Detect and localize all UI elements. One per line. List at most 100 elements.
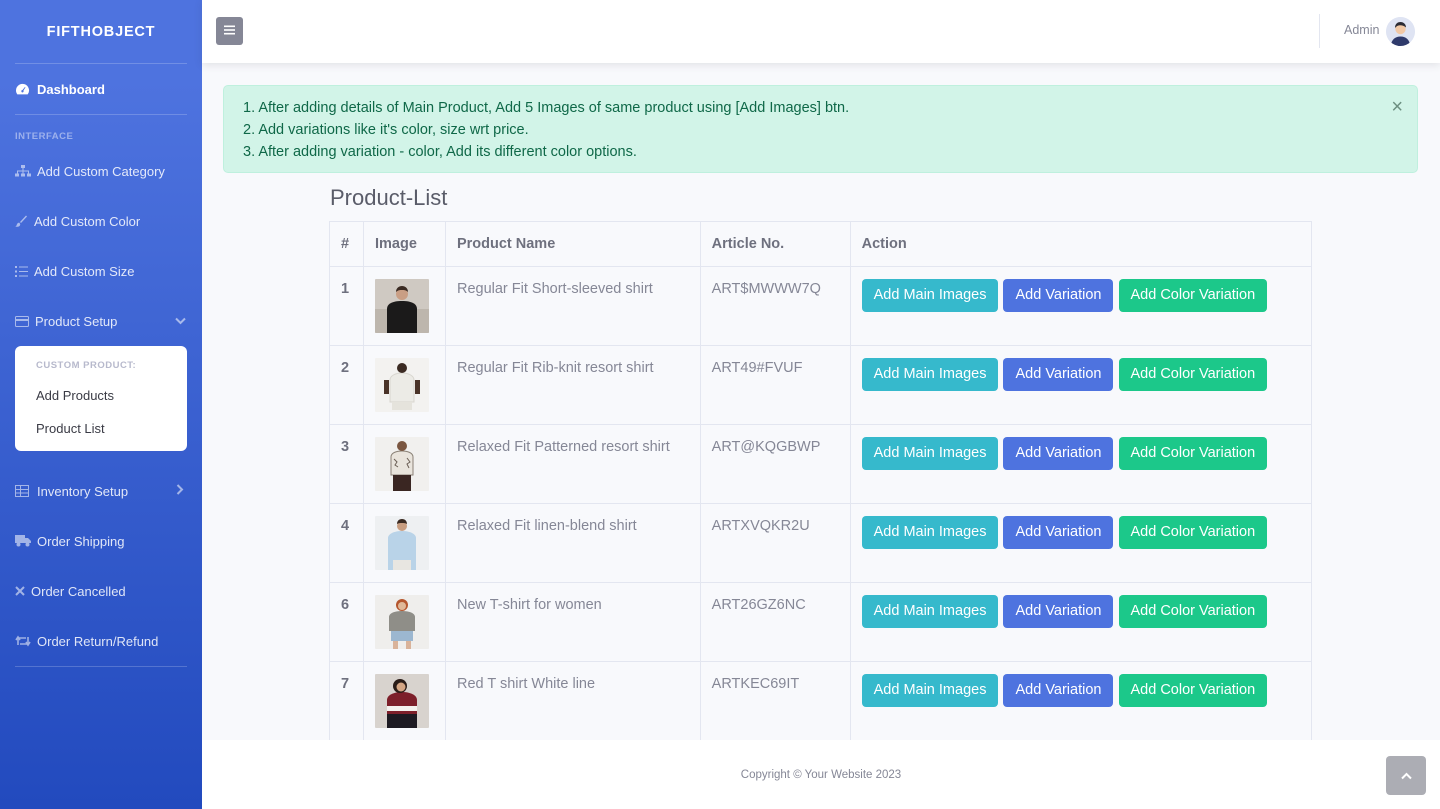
- user-name[interactable]: Admin: [1344, 23, 1379, 37]
- product-table: # Image Product Name Article No. Action …: [329, 221, 1313, 741]
- sidebar-item-label: Order Return/Refund: [37, 633, 159, 649]
- alert-line: 2. Add variations like it's color, size …: [243, 122, 529, 138]
- add-color-variation-button[interactable]: Add Color Variation: [1118, 358, 1268, 391]
- add-variation-button[interactable]: Add Variation: [1003, 279, 1114, 312]
- action-cell: Add Main Images Add Variation Add Color …: [849, 582, 1313, 662]
- product-thumbnail: [374, 595, 429, 649]
- sidebar-divider: [15, 114, 187, 115]
- add-main-images-button[interactable]: Add Main Images: [861, 358, 999, 391]
- image-cell: [362, 266, 446, 346]
- product-name: Red T shirt White line: [444, 661, 701, 741]
- product-name: Relaxed Fit linen-blend shirt: [444, 503, 701, 583]
- table-row: 7 Red T shirt White line ARTKEC69IT Add …: [329, 661, 1313, 741]
- sidebar-divider: [15, 666, 187, 667]
- column-header-article-no: Article No.: [699, 221, 851, 267]
- product-thumbnail: [374, 516, 429, 570]
- row-number: 2: [329, 345, 364, 425]
- topbar: Admin: [202, 0, 1440, 63]
- product-thumbnail: [374, 437, 429, 491]
- close-icon[interactable]: ×: [1391, 96, 1403, 118]
- add-main-images-button[interactable]: Add Main Images: [861, 674, 999, 707]
- product-setup-submenu: CUSTOM PRODUCT: Add Products Product Lis…: [15, 346, 187, 451]
- scroll-to-top-button[interactable]: [1386, 756, 1426, 795]
- sidebar-item-product-setup[interactable]: Product Setup: [0, 296, 202, 346]
- table-header-row: # Image Product Name Article No. Action: [329, 221, 1313, 267]
- sidebar-item-custom-color[interactable]: Add Custom Color: [0, 196, 202, 246]
- times-icon: [15, 586, 31, 596]
- sidebar-item-order-cancelled[interactable]: Order Cancelled: [0, 566, 202, 616]
- article-number: ARTXVQKR2U: [699, 503, 851, 583]
- image-cell: [362, 424, 446, 504]
- avatar[interactable]: [1386, 17, 1415, 46]
- article-number: ARTKEC69IT: [699, 661, 851, 741]
- sidebar-item-dashboard[interactable]: Dashboard: [0, 64, 202, 114]
- add-variation-button[interactable]: Add Variation: [1003, 437, 1114, 470]
- add-main-images-button[interactable]: Add Main Images: [861, 279, 999, 312]
- brand-logo[interactable]: FIFTHOBJECT: [0, 0, 202, 63]
- action-cell: Add Main Images Add Variation Add Color …: [849, 266, 1313, 346]
- bars-icon: [224, 22, 235, 40]
- sidebar-item-label: Add Custom Size: [34, 263, 135, 279]
- sidebar-item-label: Add Custom Category: [37, 163, 165, 179]
- sidebar-item-inventory-setup[interactable]: Inventory Setup: [0, 466, 202, 516]
- action-cell: Add Main Images Add Variation Add Color …: [849, 345, 1313, 425]
- truck-icon: [15, 535, 37, 547]
- sidebar-item-label: Inventory Setup: [37, 483, 129, 499]
- row-number: 1: [329, 266, 364, 346]
- submenu-item-add-products[interactable]: Add Products: [15, 379, 187, 412]
- credit-card-icon: [15, 315, 35, 327]
- image-cell: [362, 345, 446, 425]
- add-color-variation-button[interactable]: Add Color Variation: [1118, 674, 1268, 707]
- alert-line: 3. After adding variation - color, Add i…: [243, 144, 637, 160]
- copyright-text: Copyright © Your Website 2023: [740, 768, 902, 781]
- product-thumbnail: [374, 279, 429, 333]
- sidebar-item-label: Order Cancelled: [31, 583, 126, 599]
- image-cell: [362, 582, 446, 662]
- column-header-product-name: Product Name: [444, 221, 701, 267]
- add-variation-button[interactable]: Add Variation: [1003, 674, 1114, 707]
- add-color-variation-button[interactable]: Add Color Variation: [1118, 437, 1268, 470]
- topbar-divider: [1319, 14, 1320, 48]
- product-name: New T-shirt for women: [444, 582, 701, 662]
- column-header-image: Image: [362, 221, 446, 267]
- add-variation-button[interactable]: Add Variation: [1003, 595, 1114, 628]
- image-cell: [362, 503, 446, 583]
- chevron-right-icon: [173, 484, 187, 498]
- chevron-up-icon: [1400, 767, 1412, 785]
- add-main-images-button[interactable]: Add Main Images: [861, 437, 999, 470]
- add-main-images-button[interactable]: Add Main Images: [861, 516, 999, 549]
- image-cell: [362, 661, 446, 741]
- action-cell: Add Main Images Add Variation Add Color …: [849, 424, 1313, 504]
- article-number: ART26GZ6NC: [699, 582, 851, 662]
- sidebar-heading: INTERFACE: [15, 131, 74, 142]
- column-header-action: Action: [849, 221, 1313, 267]
- sidebar-item-custom-size[interactable]: Add Custom Size: [0, 246, 202, 296]
- sidebar-item-order-return[interactable]: Order Return/Refund: [0, 616, 202, 666]
- sidebar-item-label: Add Custom Color: [34, 213, 141, 229]
- sidebar-item-order-shipping[interactable]: Order Shipping: [0, 516, 202, 566]
- add-color-variation-button[interactable]: Add Color Variation: [1118, 516, 1268, 549]
- add-variation-button[interactable]: Add Variation: [1003, 516, 1114, 549]
- article-number: ART49#FVUF: [699, 345, 851, 425]
- alert-line: 1. After adding details of Main Product,…: [243, 100, 850, 116]
- submenu-item-product-list[interactable]: Product List: [15, 412, 187, 445]
- product-thumbnail: [374, 674, 429, 728]
- paint-brush-icon: [15, 215, 34, 227]
- row-number: 6: [329, 582, 364, 662]
- retweet-icon: [15, 635, 37, 647]
- sidebar-item-custom-category[interactable]: Add Custom Category: [0, 146, 202, 196]
- table-row: 1 Regular Fit Short-sleeved shirt ART$MW…: [329, 266, 1313, 346]
- product-name: Relaxed Fit Patterned resort shirt: [444, 424, 701, 504]
- add-main-images-button[interactable]: Add Main Images: [861, 595, 999, 628]
- row-number: 7: [329, 661, 364, 741]
- add-color-variation-button[interactable]: Add Color Variation: [1118, 595, 1268, 628]
- sidebar-toggle-button[interactable]: [216, 17, 243, 45]
- submenu-heading: CUSTOM PRODUCT:: [36, 360, 137, 371]
- footer: Copyright © Your Website 2023: [202, 740, 1440, 809]
- add-variation-button[interactable]: Add Variation: [1003, 358, 1114, 391]
- product-thumbnail: [374, 358, 429, 412]
- table-row: 3 Relaxed Fit Patterned resort shirt ART…: [329, 424, 1313, 504]
- add-color-variation-button[interactable]: Add Color Variation: [1118, 279, 1268, 312]
- instructions-alert: 1. After adding details of Main Product,…: [223, 85, 1418, 173]
- row-number: 4: [329, 503, 364, 583]
